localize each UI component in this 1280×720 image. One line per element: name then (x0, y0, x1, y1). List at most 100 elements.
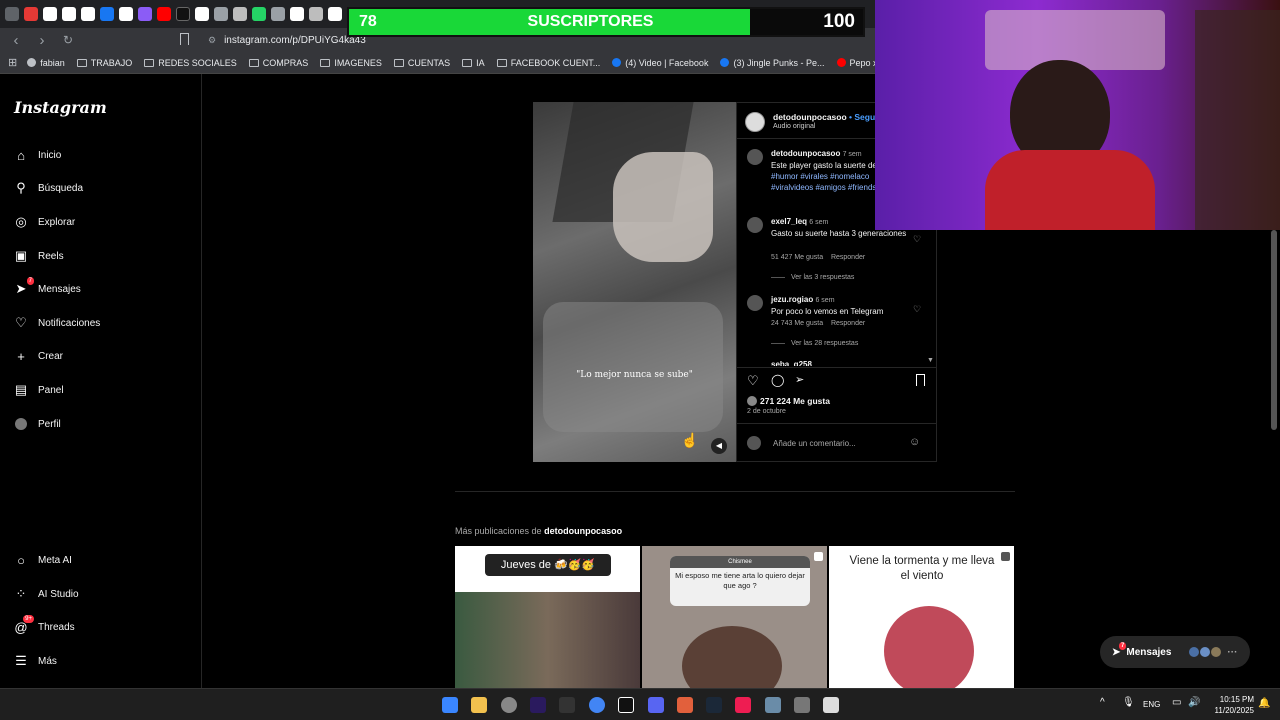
bookmark-folder[interactable]: REDES SOCIALES (144, 58, 237, 68)
tab-favicon[interactable] (252, 7, 266, 21)
reload-icon[interactable]: ↻ (58, 33, 78, 47)
comment-icon[interactable]: ◯ (771, 373, 784, 387)
back-icon[interactable]: ‹ (6, 32, 26, 49)
comment-like-icon[interactable]: ♡ (913, 304, 921, 315)
mute-icon[interactable]: ◀ (711, 438, 727, 454)
like-icon[interactable]: ♡ (747, 373, 759, 389)
app-icon[interactable] (823, 697, 839, 713)
microphone-icon[interactable]: 🎙 (1122, 697, 1135, 708)
comment-avatar[interactable] (747, 217, 763, 233)
tiktok-icon[interactable] (735, 697, 751, 713)
tab-favicon[interactable] (81, 7, 95, 21)
reply-button[interactable]: Responder (831, 254, 865, 261)
file-explorer-icon[interactable] (471, 697, 487, 713)
scrollbar[interactable] (1270, 230, 1278, 688)
bookmark-item[interactable]: (3) Jingle Punks - Pe... (720, 58, 825, 68)
bookmark-item[interactable]: fabian (27, 58, 65, 68)
nav-item-explorar[interactable]: ◎ Explorar (14, 214, 75, 229)
nav-item-notificaciones[interactable]: ♡ Notificaciones (14, 315, 100, 330)
discord-icon[interactable] (648, 697, 664, 713)
apps-grid-icon[interactable]: ⊞ (8, 56, 17, 69)
share-icon[interactable]: ➢ (795, 373, 804, 386)
view-replies[interactable]: Ver las 3 respuestas (771, 274, 854, 281)
photos-icon[interactable] (765, 697, 781, 713)
notification-bell-icon[interactable]: 🔔 (1258, 698, 1270, 709)
floating-messages-button[interactable]: ➤ 7 Mensajes ··· (1100, 636, 1250, 668)
scroll-down-icon[interactable]: ▼ (927, 357, 934, 364)
save-icon[interactable] (916, 374, 925, 386)
post-thumbnail[interactable]: Viene la tormenta y me lleva el viento (829, 546, 1014, 688)
nav-item-meta-ai[interactable]: ○ Meta AI (14, 553, 72, 568)
post-thumbnail[interactable]: Mi esposo me tiene arta lo quiero dejar … (642, 546, 827, 688)
calculator-icon[interactable] (794, 697, 810, 713)
tab-favicon[interactable] (214, 7, 228, 21)
chrome-icon[interactable] (589, 697, 605, 713)
volume-icon[interactable]: 🔊 (1188, 697, 1200, 708)
chevron-up-icon[interactable]: ^ (1100, 697, 1105, 708)
view-replies[interactable]: Ver las 28 respuestas (771, 340, 858, 347)
scrollbar-thumb[interactable] (1271, 230, 1277, 430)
tab-favicon[interactable] (24, 7, 38, 21)
comment-likes[interactable]: 51 427 Me gusta (771, 254, 823, 261)
tab-favicon[interactable] (138, 7, 152, 21)
bookmark-folder[interactable]: TRABAJO (76, 58, 132, 68)
bookmark-folder[interactable]: FACEBOOK CUENT... (496, 58, 600, 68)
post-video[interactable]: "Lo mejor nunca se sube" ◀ (533, 102, 736, 462)
tab-favicon[interactable] (309, 7, 323, 21)
obs-icon[interactable] (618, 697, 634, 713)
tab-favicon[interactable] (119, 7, 133, 21)
tab-favicon[interactable] (233, 7, 247, 21)
steam-icon[interactable] (706, 697, 722, 713)
comment-input[interactable]: Añade un comentario... (773, 439, 856, 448)
nav-item-reels[interactable]: ▣ Reels (14, 248, 64, 263)
tab-favicon[interactable] (271, 7, 285, 21)
nav-item-mensajes[interactable]: ➤ 7 Mensajes (14, 277, 81, 296)
clock[interactable]: 10:15 PM 11/20/2025 (1208, 694, 1254, 716)
epic-games-icon[interactable] (559, 697, 575, 713)
bookmark-folder[interactable]: IMAGENES (320, 58, 382, 68)
comment-username[interactable]: exel7_leq (771, 217, 807, 226)
nav-item-threads[interactable]: @9+ Threads (14, 615, 75, 635)
premiere-icon[interactable] (530, 697, 546, 713)
forward-icon[interactable]: › (32, 32, 52, 49)
instagram-logo[interactable]: Instagram (14, 98, 107, 117)
bookmark-item[interactable]: (4) Video | Facebook (612, 58, 708, 68)
emoji-icon[interactable]: ☺ (909, 436, 920, 448)
author-avatar[interactable] (745, 112, 765, 132)
bookmark-folder[interactable]: COMPRAS (248, 58, 308, 68)
comment-username[interactable]: detodounpocasoo (771, 149, 840, 158)
brave-icon[interactable] (677, 697, 693, 713)
bookmark-folder[interactable]: IA (462, 58, 485, 68)
tab-favicon[interactable] (290, 7, 304, 21)
nav-item-perfil[interactable]: Perfil (14, 417, 61, 431)
bookmark-star-icon[interactable] (180, 33, 189, 45)
reply-button[interactable]: Responder (831, 320, 865, 327)
comment-avatar[interactable] (747, 295, 763, 311)
tab-favicon[interactable] (176, 7, 190, 21)
bookmark-folder[interactable]: CUENTAS (393, 58, 450, 68)
tab-favicon[interactable] (195, 7, 209, 21)
more-icon[interactable]: ··· (1227, 647, 1237, 658)
comment-username[interactable]: jezu.rogiao (771, 295, 813, 304)
tab-favicon[interactable] (5, 7, 19, 21)
app-icon[interactable] (501, 697, 517, 713)
nav-item-inicio[interactable]: ⌂ Inicio (14, 148, 61, 163)
tab-favicon[interactable] (43, 7, 57, 21)
comment-like-icon[interactable]: ♡ (913, 234, 921, 245)
url-text[interactable]: instagram.com/p/DPUiYG4ka43 (224, 35, 366, 46)
comment-avatar[interactable] (747, 149, 763, 165)
comment-likes[interactable]: 24 743 Me gusta (771, 320, 823, 327)
tab-favicon[interactable] (328, 7, 342, 21)
nav-item-ai-studio[interactable]: ⁘ AI Studio (14, 586, 79, 601)
comment-username[interactable]: seba_g258 (771, 360, 812, 366)
tab-favicon[interactable] (157, 7, 171, 21)
audio-label[interactable]: Audio original (773, 123, 815, 130)
start-icon[interactable] (442, 697, 458, 713)
author-username[interactable]: detodounpocasoo (773, 112, 847, 122)
tab-favicon[interactable] (100, 7, 114, 21)
nav-item-mas[interactable]: ☰ Más (14, 653, 57, 668)
nav-item-crear[interactable]: + Crear (14, 349, 63, 364)
nav-item-panel[interactable]: ▤ Panel (14, 382, 64, 397)
hashtags[interactable]: #humor #virales #nomelaco #viralvideos #… (771, 172, 876, 192)
site-info-icon[interactable]: ⚙ (208, 35, 216, 46)
